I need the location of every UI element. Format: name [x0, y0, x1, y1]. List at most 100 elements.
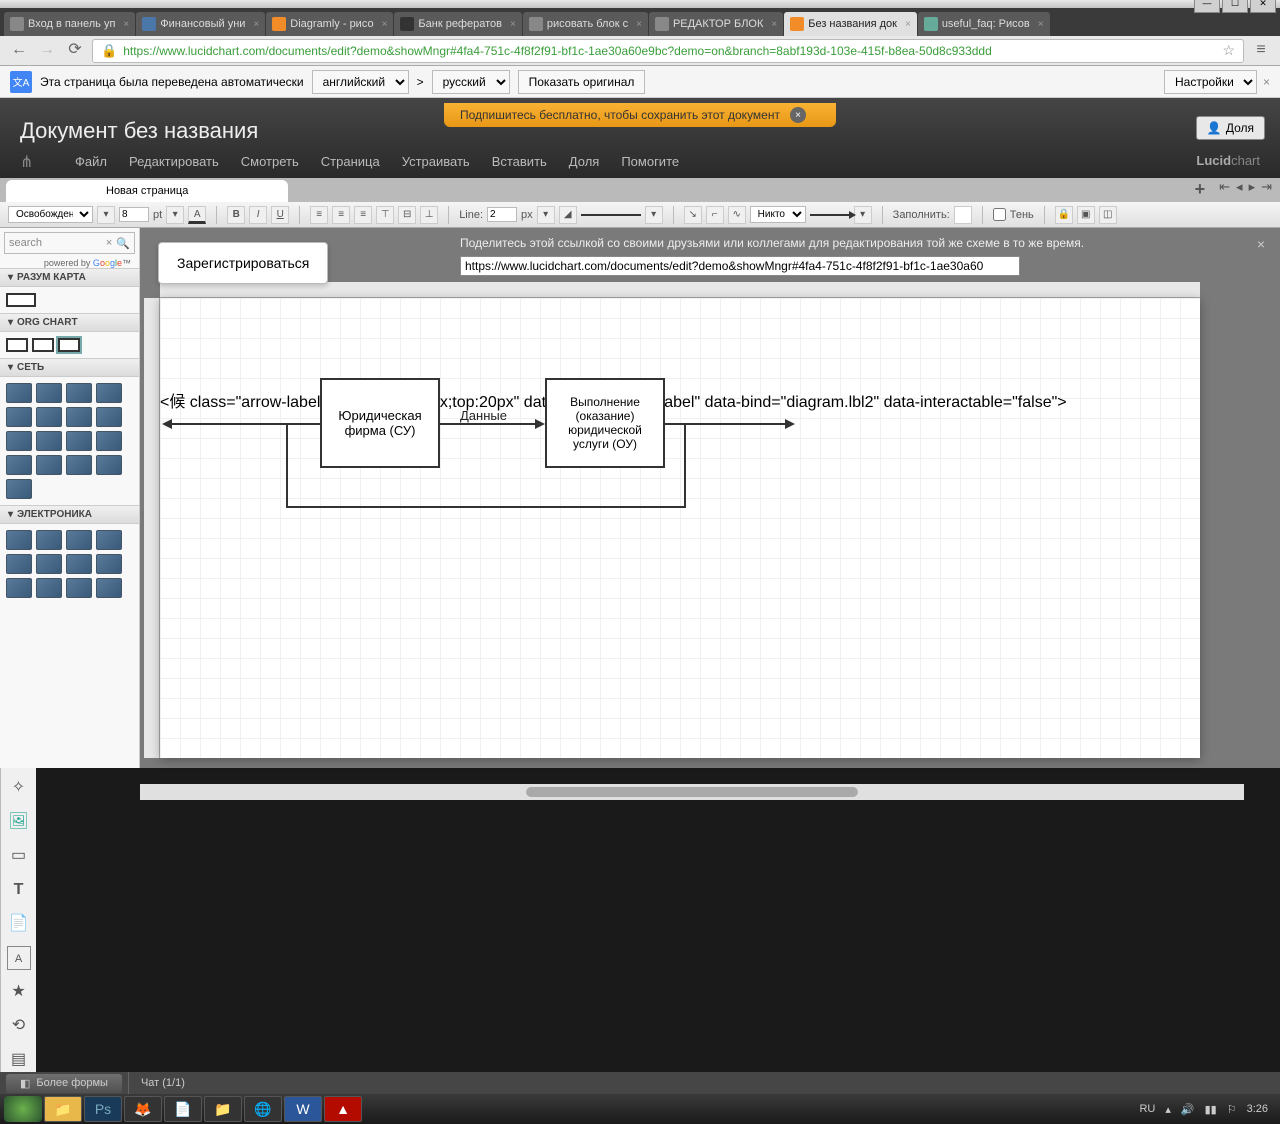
horizontal-scrollbar[interactable] — [140, 784, 1244, 800]
tray-time[interactable]: 3:26 — [1247, 1103, 1268, 1115]
more-shapes-button[interactable]: ◧ Более формы — [6, 1074, 122, 1093]
tray-volume-icon[interactable]: 🔊 — [1181, 1103, 1195, 1116]
browser-tab-5[interactable]: РЕДАКТОР БЛОК× — [649, 12, 783, 36]
shape-network[interactable] — [6, 455, 32, 475]
shape-network[interactable] — [6, 479, 32, 499]
shape-electronics[interactable] — [36, 554, 62, 574]
reload-button[interactable]: ⟳ — [64, 40, 86, 62]
task-explorer[interactable]: 📁 — [44, 1096, 82, 1122]
shape-network[interactable] — [36, 407, 62, 427]
shape-network[interactable] — [66, 431, 92, 451]
window-max-button[interactable]: ☐ — [1222, 0, 1248, 13]
close-icon[interactable]: × — [767, 19, 777, 30]
diagram-box-2[interactable]: Выполнение (оказание) юридической услуги… — [545, 378, 665, 468]
arrow-line[interactable] — [170, 423, 320, 425]
shape-network[interactable] — [36, 431, 62, 451]
tray-network-icon[interactable]: ▮▮ — [1205, 1103, 1217, 1116]
clear-icon[interactable]: × — [106, 237, 112, 249]
shape-network[interactable] — [36, 455, 62, 475]
connector-straight-icon[interactable]: ↘ — [684, 206, 702, 224]
fill-color-icon[interactable] — [954, 206, 972, 224]
shape-electronics[interactable] — [6, 554, 32, 574]
shape-network[interactable] — [6, 383, 32, 403]
close-icon[interactable]: × — [1263, 75, 1270, 89]
search-icon[interactable]: 🔍 — [116, 237, 130, 250]
page-tab[interactable]: Новая страница — [6, 180, 288, 202]
arrow-start-select[interactable]: Никто — [750, 206, 806, 223]
shape-electronics[interactable] — [36, 530, 62, 550]
chat-button[interactable]: Чат (1/1) — [128, 1072, 197, 1094]
connector-curve-icon[interactable]: ∿ — [728, 206, 746, 224]
diagram-box-1[interactable]: Юридическая фирма (СУ) — [320, 378, 440, 468]
add-page-button[interactable]: + — [1195, 179, 1206, 200]
menu-edit[interactable]: Редактировать — [129, 154, 219, 169]
image-icon[interactable]: 🖼 — [7, 810, 31, 834]
bold-button[interactable]: B — [227, 206, 245, 224]
italic-button[interactable]: I — [249, 206, 267, 224]
close-icon[interactable]: × — [790, 107, 806, 123]
arrow-preview[interactable] — [810, 214, 850, 216]
browser-tab-7[interactable]: useful_faq: Рисов× — [918, 12, 1050, 36]
paper[interactable]: Юридическая фирма (СУ) Данные Выполнение… — [160, 298, 1200, 758]
show-original-button[interactable]: Показать оригинал — [518, 70, 646, 94]
close-icon[interactable]: × — [632, 19, 642, 30]
close-icon[interactable]: × — [378, 19, 388, 30]
panel-header-network[interactable]: ▾СЕТЬ — [0, 358, 139, 377]
star-icon[interactable]: ☆ — [1222, 42, 1235, 59]
menu-insert[interactable]: Вставить — [492, 154, 547, 169]
arrow-line[interactable] — [440, 423, 540, 425]
shape-network[interactable] — [96, 455, 122, 475]
last-page-icon[interactable]: ⇥ — [1261, 179, 1272, 200]
shape-network[interactable] — [96, 383, 122, 403]
shape-org[interactable] — [32, 338, 54, 352]
shape-network[interactable] — [66, 455, 92, 475]
shape-org[interactable] — [58, 338, 80, 352]
shape-network[interactable] — [6, 431, 32, 451]
canvas[interactable]: Зарегистрироваться Поделитесь этой ссылк… — [140, 228, 1280, 768]
browser-tab-1[interactable]: Финансовый уни× — [136, 12, 265, 36]
register-button[interactable]: Зарегистрироваться — [158, 242, 328, 284]
shape-network[interactable] — [66, 383, 92, 403]
stepper-icon[interactable]: ▾ — [166, 206, 184, 224]
shape-network[interactable] — [6, 407, 32, 427]
menu-help[interactable]: Помогите — [621, 154, 679, 169]
underline-button[interactable]: U — [271, 206, 289, 224]
translate-settings-select[interactable]: Настройки — [1164, 70, 1257, 94]
font-select[interactable]: Освобожден... — [8, 206, 93, 223]
shape-electronics[interactable] — [66, 554, 92, 574]
arrow-line[interactable] — [665, 423, 790, 425]
task-item[interactable]: 📄 — [164, 1096, 202, 1122]
font-size-input[interactable] — [119, 207, 149, 222]
stepper-icon[interactable]: ▾ — [537, 206, 555, 224]
menu-file[interactable]: Файл — [75, 154, 107, 169]
line-style-dropdown-icon[interactable]: ▾ — [645, 206, 663, 224]
layers-icon[interactable]: ▤ — [7, 1048, 31, 1072]
shape-electronics[interactable] — [36, 578, 62, 598]
lock-icon[interactable]: 🔒 — [1055, 206, 1073, 224]
align-right-icon[interactable]: ≡ — [354, 206, 372, 224]
shape-network[interactable] — [36, 383, 62, 403]
task-item[interactable]: 🦊 — [124, 1096, 162, 1122]
back-button[interactable]: ← — [8, 40, 30, 62]
line-style-preview[interactable] — [581, 214, 641, 216]
shape-electronics[interactable] — [96, 554, 122, 574]
translate-from-select[interactable]: английский — [312, 70, 409, 94]
panel-header-electronics[interactable]: ▾ЭЛЕКТРОНИКА — [0, 505, 139, 524]
share-nodes-icon[interactable]: ⋔ — [20, 152, 38, 170]
browser-tab-3[interactable]: Банк рефератов× — [394, 12, 521, 36]
scrollbar-thumb[interactable] — [526, 787, 857, 797]
line-width-input[interactable] — [487, 207, 517, 222]
close-icon[interactable]: × — [249, 19, 259, 30]
translate-to-select[interactable]: русский — [432, 70, 510, 94]
close-icon[interactable]: × — [119, 19, 129, 30]
share-button[interactable]: 👤 Доля — [1196, 116, 1265, 140]
menu-arrange[interactable]: Устраивать — [402, 154, 470, 169]
shape-electronics[interactable] — [66, 578, 92, 598]
note-icon[interactable]: 📄 — [7, 912, 31, 936]
task-word[interactable]: W — [284, 1096, 322, 1122]
shadow-checkbox[interactable] — [993, 208, 1006, 221]
font-stepper-icon[interactable]: ▾ — [97, 206, 115, 224]
shape-org[interactable] — [6, 338, 28, 352]
next-page-icon[interactable]: ▸ — [1249, 179, 1256, 200]
align-left-icon[interactable]: ≡ — [310, 206, 328, 224]
